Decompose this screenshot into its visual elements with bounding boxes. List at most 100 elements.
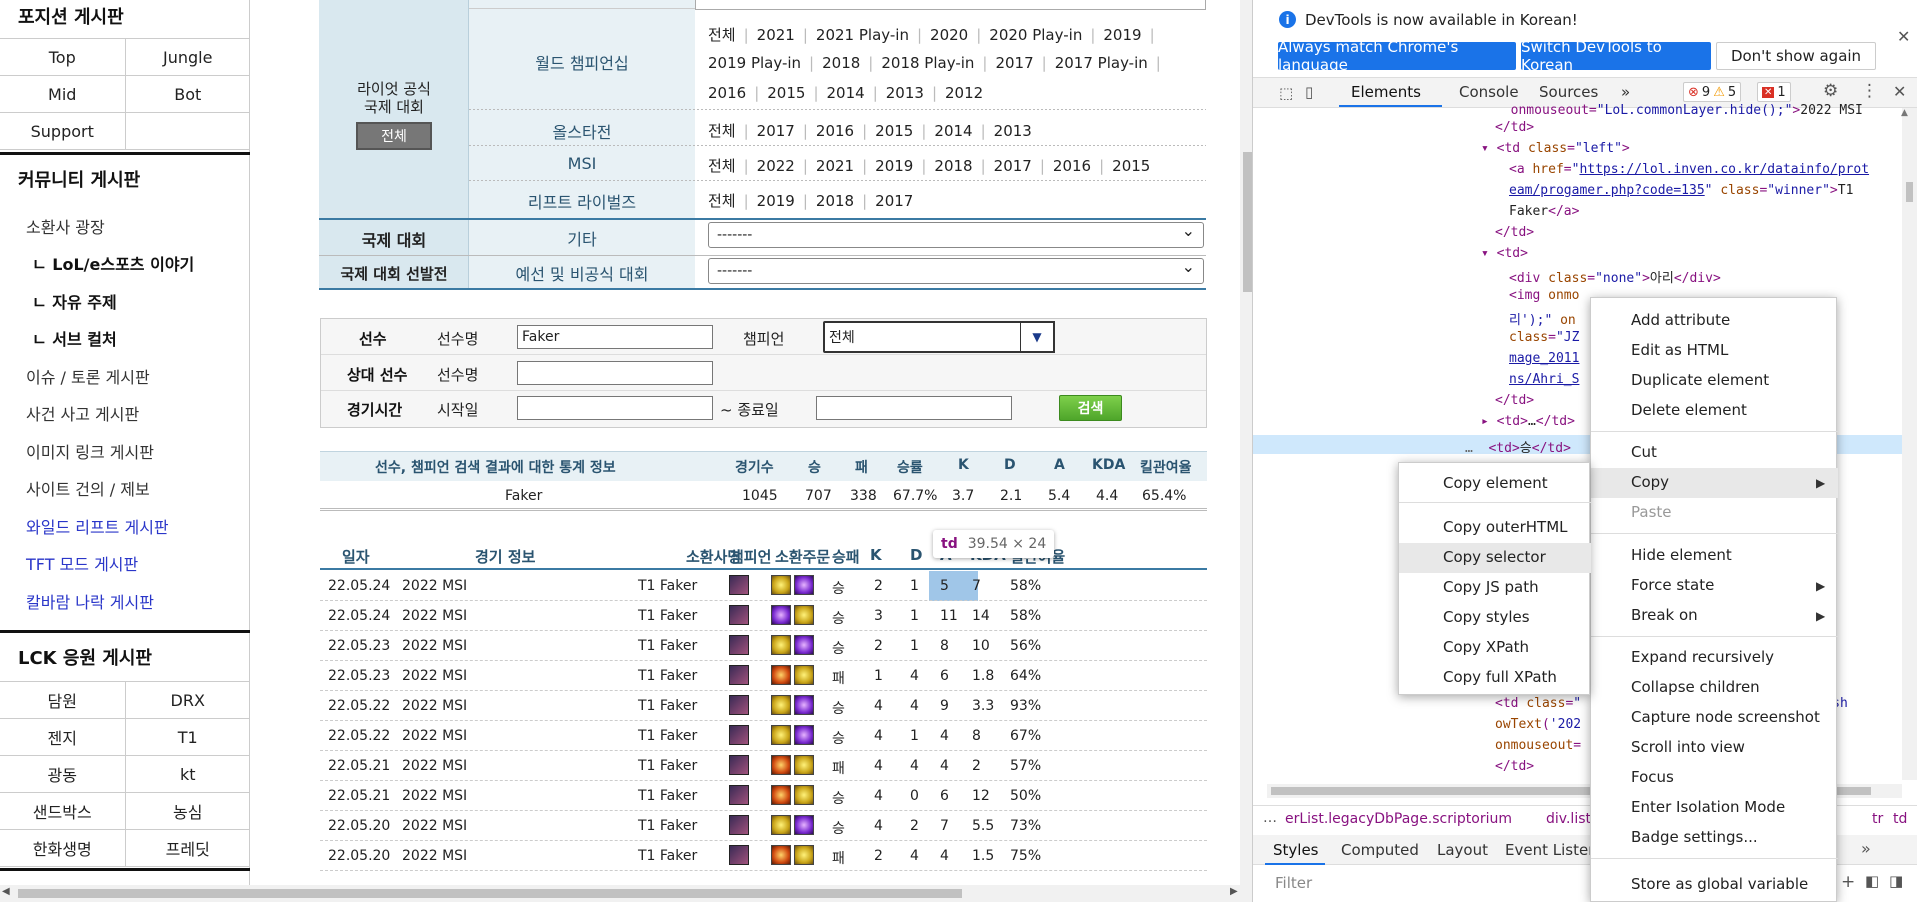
- close-devtools-icon[interactable]: ✕: [1893, 82, 1906, 101]
- year-link[interactable]: 2019: [875, 157, 913, 175]
- menu-item-delete[interactable]: Delete element: [1631, 401, 1747, 419]
- champion-icon[interactable]: [729, 725, 749, 745]
- menu-item-copy-outerhtml[interactable]: Copy outerHTML: [1443, 518, 1568, 536]
- position-top[interactable]: Top: [0, 39, 126, 75]
- switch-korean-button[interactable]: Switch DevTools to Korean: [1521, 38, 1711, 74]
- menu-item-add-attribute[interactable]: Add attribute: [1631, 311, 1730, 329]
- year-link[interactable]: 전체: [708, 122, 736, 140]
- champion-icon[interactable]: [729, 755, 749, 775]
- scroll-left-icon[interactable]: ◀: [2, 886, 10, 897]
- breadcrumb-item[interactable]: erList.legacyDbPage.scriptorium: [1285, 811, 1512, 827]
- year-link[interactable]: 2017: [995, 54, 1033, 72]
- year-link[interactable]: 2021: [816, 157, 854, 175]
- menu-item-scroll-into-view[interactable]: Scroll into view: [1631, 738, 1745, 756]
- menu-item-copy-xpath[interactable]: Copy XPath: [1443, 638, 1529, 656]
- more-tabs-icon[interactable]: »: [1861, 839, 1871, 858]
- year-link[interactable]: 2016: [1053, 157, 1091, 175]
- breadcrumb-more-icon[interactable]: …: [1263, 810, 1277, 826]
- year-link[interactable]: 2021 Play-in: [816, 26, 909, 44]
- champion-icon[interactable]: [729, 785, 749, 805]
- lck-team[interactable]: 샌드박스: [0, 793, 126, 829]
- year-link[interactable]: 전체: [708, 192, 736, 210]
- community-item[interactable]: 이슈 / 토론 게시판: [26, 364, 150, 388]
- community-item[interactable]: ㄴ 서브 컬처: [32, 326, 117, 350]
- scroll-right-icon[interactable]: ▶: [1230, 886, 1238, 897]
- toggle-sidebar-icon[interactable]: ◨: [1889, 872, 1903, 890]
- tab-sources[interactable]: Sources: [1539, 83, 1598, 101]
- community-item[interactable]: 소환사 광장: [26, 214, 105, 238]
- community-item[interactable]: 와일드 리프트 게시판: [26, 514, 169, 538]
- menu-item-copy-js-path[interactable]: Copy JS path: [1443, 578, 1539, 596]
- champion-icon[interactable]: [729, 845, 749, 865]
- year-link[interactable]: 전체: [708, 26, 736, 44]
- other-select[interactable]: -------: [708, 221, 1204, 248]
- menu-item-hide-element[interactable]: Hide element: [1631, 546, 1732, 564]
- year-link[interactable]: 2019: [757, 192, 795, 210]
- opponent-name-input[interactable]: [517, 361, 713, 385]
- year-link[interactable]: 전체: [708, 157, 736, 175]
- breadcrumb-item[interactable]: td: [1893, 811, 1907, 827]
- menu-item-copy[interactable]: Copy: [1631, 473, 1669, 491]
- community-item[interactable]: TFT 모드 게시판: [26, 551, 138, 575]
- new-style-rule-icon[interactable]: +: [1841, 872, 1855, 892]
- menu-item-break-on[interactable]: Break on: [1631, 606, 1698, 624]
- champion-icon[interactable]: [729, 575, 749, 595]
- champion-icon[interactable]: [729, 635, 749, 655]
- champion-dropdown-icon[interactable]: ▼: [1020, 321, 1055, 353]
- position-mid[interactable]: Mid: [0, 76, 126, 112]
- year-link[interactable]: 2022: [757, 157, 795, 175]
- menu-item-copy-full-xpath[interactable]: Copy full XPath: [1443, 668, 1557, 686]
- community-item[interactable]: 이미지 링크 게시판: [26, 439, 154, 463]
- tab-console[interactable]: Console: [1459, 83, 1519, 101]
- year-link[interactable]: 2019: [1103, 26, 1141, 44]
- match-language-button[interactable]: Always match Chrome's language: [1278, 38, 1516, 74]
- tab-elements[interactable]: Elements: [1351, 83, 1421, 101]
- menu-item-cut[interactable]: Cut: [1631, 443, 1657, 461]
- issues-badge[interactable]: ✕ 1: [1757, 82, 1791, 102]
- main-horizontal-scrollbar[interactable]: ◀ ▶: [0, 885, 1252, 902]
- champion-icon[interactable]: [729, 815, 749, 835]
- more-tabs-icon[interactable]: »: [1621, 83, 1630, 101]
- year-link[interactable]: 2018: [822, 54, 860, 72]
- community-item[interactable]: ㄴ 자유 주제: [32, 289, 117, 313]
- device-toolbar-icon[interactable]: ▯: [1305, 83, 1313, 101]
- tab-layout[interactable]: Layout: [1437, 841, 1488, 859]
- menu-item-expand-recursively[interactable]: Expand recursively: [1631, 648, 1774, 666]
- year-link[interactable]: 2012: [945, 84, 983, 102]
- year-link[interactable]: 2015: [1112, 157, 1150, 175]
- year-link[interactable]: 2020: [930, 26, 968, 44]
- lck-team[interactable]: 광동: [0, 756, 126, 792]
- menu-item-copy-selector[interactable]: Copy selector: [1443, 548, 1546, 566]
- year-link[interactable]: 2018: [934, 157, 972, 175]
- menu-item-badge-settings[interactable]: Badge settings...: [1631, 828, 1758, 846]
- menu-item-collapse-children[interactable]: Collapse children: [1631, 678, 1760, 696]
- lck-team[interactable]: 프레딧: [126, 830, 251, 866]
- year-link[interactable]: 2013: [886, 84, 924, 102]
- community-item[interactable]: ㄴ LoL/e스포츠 이야기: [32, 251, 194, 275]
- year-link[interactable]: 2015: [767, 84, 805, 102]
- computed-sidebar-icon[interactable]: ◧: [1865, 872, 1879, 890]
- tab-styles[interactable]: Styles: [1273, 841, 1319, 859]
- menu-item-duplicate[interactable]: Duplicate element: [1631, 371, 1769, 389]
- start-date-input[interactable]: [517, 396, 713, 420]
- champion-icon[interactable]: [729, 605, 749, 625]
- dont-show-again-button[interactable]: Don't show again: [1716, 42, 1876, 70]
- tab-computed[interactable]: Computed: [1341, 841, 1419, 859]
- community-item[interactable]: 사건 사고 게시판: [26, 401, 139, 425]
- community-item[interactable]: 사이트 건의 / 제보: [26, 476, 150, 500]
- year-link[interactable]: 2021: [757, 26, 795, 44]
- menu-item-copy-styles[interactable]: Copy styles: [1443, 608, 1530, 626]
- inspect-icon[interactable]: ⬚: [1279, 84, 1293, 102]
- year-link[interactable]: 2016: [708, 84, 746, 102]
- position-bot[interactable]: Bot: [126, 76, 251, 112]
- more-options-icon[interactable]: ⋮: [1861, 81, 1878, 101]
- position-support[interactable]: Support: [0, 113, 126, 149]
- year-link[interactable]: 2014: [827, 84, 865, 102]
- selected-node[interactable]: … <td>승</td>: [1465, 437, 1571, 456]
- year-link[interactable]: 2018 Play-in: [881, 54, 974, 72]
- menu-item-focus[interactable]: Focus: [1631, 768, 1674, 786]
- lck-team[interactable]: DRX: [126, 682, 251, 718]
- menu-item-store-global[interactable]: Store as global variable: [1631, 875, 1808, 893]
- menu-item-edit-html[interactable]: Edit as HTML: [1631, 341, 1728, 359]
- end-date-input[interactable]: [816, 396, 1012, 420]
